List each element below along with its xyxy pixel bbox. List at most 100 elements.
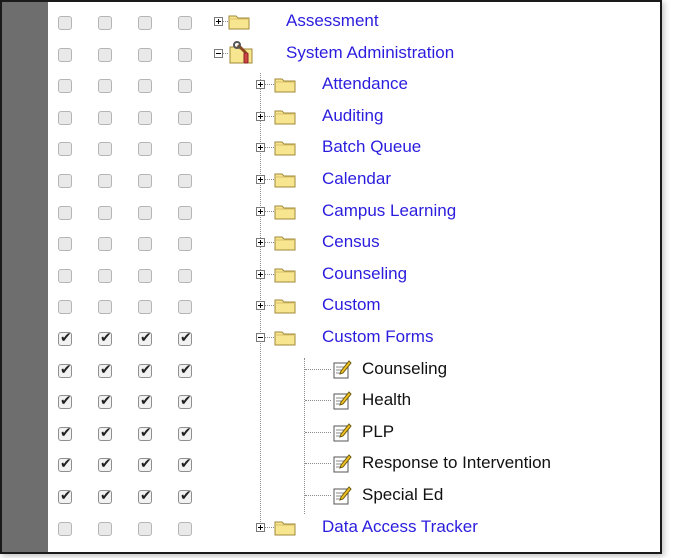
tree-folder-link[interactable]: Auditing [322,106,383,126]
rights-checkbox[interactable]: ✔ [138,362,152,378]
rights-checkbox[interactable]: ✔ [138,488,152,504]
rights-checkbox[interactable]: ✔ [138,330,152,346]
rights-checkbox[interactable]: ✔ [98,488,112,504]
rights-checkbox[interactable] [178,237,192,252]
rights-checkbox[interactable]: ✔ [98,362,112,378]
tree-folder-link[interactable]: Assessment [286,11,379,31]
rights-checkbox[interactable]: ✔ [138,456,152,473]
tree-folder-link[interactable]: Custom Forms [322,327,433,347]
expand-icon[interactable] [256,175,265,184]
rights-checkbox[interactable] [58,47,72,62]
expand-icon[interactable] [256,111,265,121]
expand-icon[interactable] [256,143,265,153]
rights-checkbox[interactable]: ✔ [58,425,72,441]
tree-row: ✔ ✔ ✔ ✔ Health [2,387,660,419]
rights-checkbox[interactable] [138,47,152,62]
expand-icon[interactable] [256,80,265,90]
rights-checkbox[interactable]: ✔ [178,362,192,378]
tree-folder-link[interactable]: Counseling [322,264,407,284]
rights-checkbox[interactable] [58,110,72,125]
tree-folder-link[interactable]: Campus Learning [322,201,456,221]
expand-icon[interactable] [256,269,265,279]
rights-checkbox[interactable] [98,16,112,30]
rights-checkbox[interactable] [178,521,192,536]
rights-checkbox[interactable]: ✔ [98,393,112,410]
rights-checkbox[interactable] [58,268,72,283]
rights-checkbox[interactable]: ✔ [138,425,152,441]
rights-checkbox[interactable] [178,47,192,62]
checkmark-icon: ✔ [100,488,112,504]
rights-checkbox[interactable] [138,237,152,252]
tree-folder-link[interactable]: Census [322,232,380,252]
expand-icon[interactable] [214,17,223,26]
rights-checkbox[interactable] [178,300,192,315]
rights-checkbox[interactable]: ✔ [98,330,112,346]
rights-checkbox[interactable] [98,268,112,283]
checkmark-icon: ✔ [60,330,72,346]
rights-checkbox[interactable] [98,79,112,94]
rights-checkbox[interactable] [138,205,152,220]
rights-checkbox[interactable] [138,521,152,536]
rights-checkbox[interactable]: ✔ [178,330,192,346]
rights-checkbox[interactable] [58,237,72,252]
rights-checkbox[interactable] [178,142,192,157]
rights-checkbox[interactable] [138,268,152,283]
rights-checkbox[interactable] [98,174,112,188]
rights-checkbox[interactable]: ✔ [178,425,192,441]
rights-checkbox[interactable] [58,142,72,157]
rights-checkbox[interactable] [58,205,72,220]
rights-checkbox[interactable] [98,521,112,536]
rights-checkbox[interactable] [138,16,152,30]
rights-checkbox[interactable] [98,300,112,315]
rights-checkbox[interactable]: ✔ [138,393,152,410]
tree-row: Counseling [2,261,660,293]
expand-icon[interactable] [256,206,265,216]
rights-checkbox[interactable] [58,521,72,536]
folder-icon [274,203,296,220]
rights-checkbox[interactable] [98,142,112,157]
rights-checkbox[interactable]: ✔ [58,488,72,504]
expand-icon[interactable] [256,301,265,311]
rights-checkbox[interactable] [98,110,112,125]
rights-checkbox[interactable] [58,79,72,94]
tree-folder-link[interactable]: Data Access Tracker [322,517,478,537]
rights-checkbox[interactable]: ✔ [178,488,192,504]
rights-checkbox[interactable]: ✔ [58,362,72,378]
tree-folder-link[interactable]: Attendance [322,74,408,94]
rights-checkbox[interactable] [58,300,72,315]
rights-checkbox[interactable] [138,110,152,125]
checkmark-icon: ✔ [60,393,72,410]
rights-checkbox[interactable] [178,174,192,188]
rights-checkbox[interactable] [178,16,192,30]
rights-checkbox[interactable] [138,300,152,315]
rights-checkbox[interactable] [58,16,72,30]
tree-folder-link[interactable]: Custom [322,295,381,315]
rights-checkbox[interactable] [178,268,192,283]
collapse-icon[interactable] [214,48,223,58]
tree-connector [305,431,331,433]
rights-checkbox[interactable] [178,205,192,220]
expand-icon[interactable] [256,238,265,248]
rights-checkbox[interactable] [138,174,152,188]
collapse-icon[interactable] [256,333,265,342]
rights-checkbox[interactable] [138,79,152,94]
rights-checkbox[interactable] [178,79,192,94]
rights-checkbox[interactable] [58,174,72,188]
tree-folder-link[interactable]: System Administration [286,43,454,63]
rights-checkbox[interactable] [98,205,112,220]
rights-checkbox[interactable]: ✔ [58,456,72,473]
rights-checkbox[interactable]: ✔ [178,456,192,473]
tree-folder-link[interactable]: Batch Queue [322,137,421,157]
rights-checkbox[interactable] [98,47,112,62]
tree-folder-link[interactable]: Calendar [322,169,391,189]
rights-checkbox[interactable] [178,110,192,125]
rights-checkbox[interactable] [138,142,152,157]
rights-checkbox[interactable]: ✔ [58,330,72,346]
rights-checkbox[interactable]: ✔ [178,393,192,410]
rights-checkbox[interactable] [98,237,112,252]
rights-checkbox[interactable]: ✔ [58,393,72,410]
expand-icon[interactable] [256,522,265,532]
rights-checkbox[interactable]: ✔ [98,425,112,441]
rights-checkbox[interactable]: ✔ [98,456,112,473]
tree-row: Attendance [2,71,660,103]
